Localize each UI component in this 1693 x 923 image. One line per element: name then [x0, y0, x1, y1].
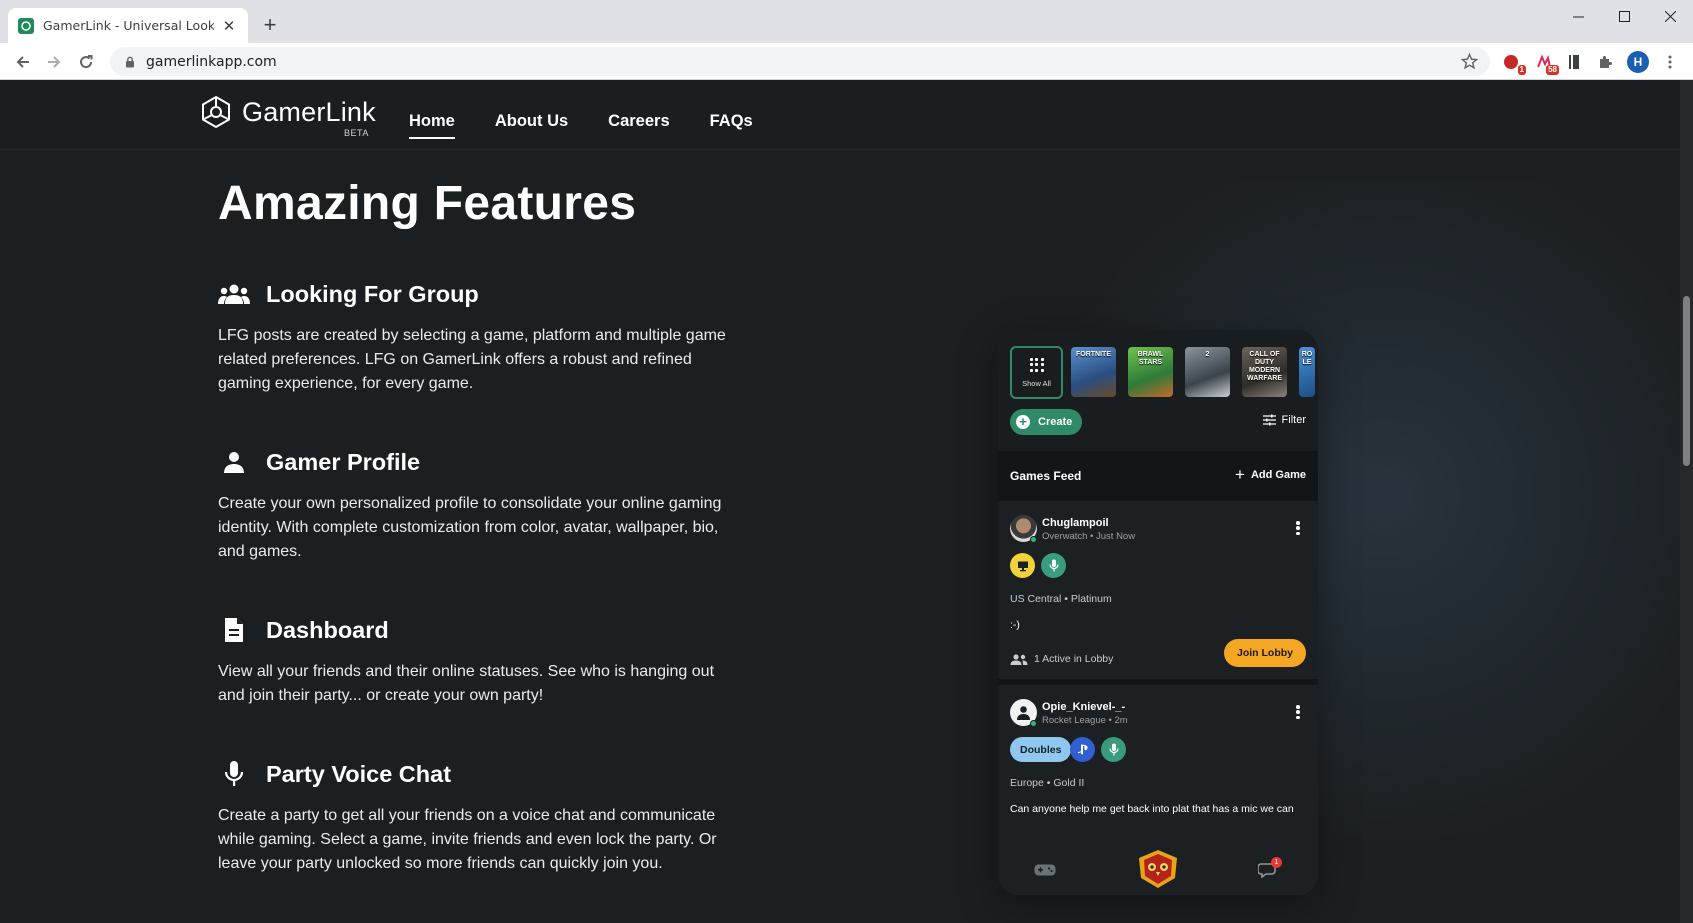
- tab-title: GamerLink - Universal Looking F: [43, 18, 214, 33]
- beta-label: BETA: [344, 128, 369, 138]
- feature-title: Looking For Group: [266, 280, 479, 307]
- filter-sliders-icon: [1262, 414, 1276, 426]
- nav-faqs[interactable]: FAQs: [710, 112, 753, 139]
- lobby-count: 1 Active in Lobby: [1010, 653, 1113, 665]
- feature-description: View all your friends and their online s…: [218, 663, 715, 704]
- feature-title: Party Voice Chat: [266, 760, 452, 787]
- game-thumb-call-of-duty[interactable]: CALL OF DUTY MODERN WARFARE: [1242, 347, 1287, 397]
- feature-description: Create your own personalized profile to …: [218, 495, 722, 560]
- notification-badge: 1: [1271, 857, 1282, 868]
- forward-arrow-icon[interactable]: [41, 49, 67, 75]
- games-feed-title: Games Feed: [1010, 469, 1082, 483]
- extension-pink-icon[interactable]: 58: [1534, 52, 1559, 75]
- feature-description: Create a party to get all your friends o…: [218, 807, 717, 872]
- main-nav: Home About Us Careers FAQs: [409, 112, 793, 139]
- grid-icon: [1029, 357, 1044, 372]
- game-thumb-brawl-stars[interactable]: BRAWL STARS: [1128, 347, 1173, 397]
- reload-icon[interactable]: [73, 49, 99, 75]
- group-icon: [218, 278, 250, 310]
- gamerlink-logo[interactable]: GamerLink BETA: [198, 94, 376, 138]
- nav-careers[interactable]: Careers: [608, 112, 669, 139]
- post-game-time: Overwatch • Just Now: [1042, 531, 1136, 542]
- show-all-games-button[interactable]: Show All: [1010, 346, 1063, 399]
- nav-home[interactable]: Home: [409, 112, 455, 139]
- app-tab-bar: 1: [998, 845, 1318, 895]
- more-options-icon[interactable]: [1296, 705, 1300, 719]
- plus-circle-icon: +: [1016, 415, 1030, 429]
- playstation-icon: [1070, 737, 1095, 762]
- address-bar[interactable]: gamerlinkapp.com: [110, 47, 1490, 76]
- game-thumb-destiny[interactable]: 2: [1185, 347, 1230, 397]
- feature-party-voice-chat: Party Voice Chat Create a party to get a…: [218, 758, 738, 876]
- gamerlink-favicon-icon: [18, 17, 34, 34]
- mic-chip-icon: [1101, 737, 1126, 762]
- feed-post: Opie_Knievel-_- Rocket League • 2m Doubl…: [998, 685, 1318, 845]
- feature-looking-for-group: Looking For Group LFG posts are created …: [218, 278, 738, 396]
- lock-icon: [126, 56, 134, 67]
- mode-tag: Doubles: [1010, 737, 1072, 762]
- post-game-time: Rocket League • 2m: [1042, 715, 1128, 726]
- post-username[interactable]: Opie_Knievel-_-: [1042, 701, 1125, 713]
- browser-toolbar: gamerlinkapp.com 1 58 H: [0, 43, 1693, 80]
- back-arrow-icon[interactable]: [10, 49, 36, 75]
- extension-red-icon[interactable]: 1: [1501, 52, 1526, 75]
- person-icon: [218, 446, 250, 478]
- extensions-puzzle-icon[interactable]: [1595, 52, 1615, 72]
- feature-title: Gamer Profile: [266, 448, 421, 475]
- tab-close-icon[interactable]: ✕: [220, 17, 238, 35]
- gamepad-icon[interactable]: [1034, 864, 1056, 876]
- mic-chip-icon: [1041, 553, 1066, 578]
- more-options-icon[interactable]: [1296, 521, 1300, 535]
- new-tab-button[interactable]: +: [258, 14, 282, 38]
- features-heading: Amazing Features: [218, 177, 637, 230]
- logo-text: GamerLink: [242, 96, 376, 127]
- plus-icon: +: [1235, 465, 1245, 484]
- nav-about-us[interactable]: About Us: [495, 112, 568, 139]
- post-message: Can anyone help me get back into plat th…: [1010, 803, 1294, 815]
- feed-post: Chuglampoil Overwatch • Just Now US Cent…: [998, 501, 1318, 679]
- url-text: gamerlinkapp.com: [146, 53, 277, 70]
- create-post-button[interactable]: + Create: [1010, 409, 1083, 435]
- page-viewport: GamerLink BETA Home About Us Careers FAQ…: [0, 80, 1693, 923]
- feature-dashboard: Dashboard View all your friends and thei…: [218, 614, 738, 708]
- extension-book-icon[interactable]: [1564, 52, 1584, 72]
- online-status-dot: [1030, 720, 1037, 727]
- close-window-icon[interactable]: [1647, 0, 1693, 32]
- post-region-rank: Europe • Gold II: [1010, 777, 1085, 789]
- minimize-icon[interactable]: [1555, 0, 1601, 32]
- profile-avatar[interactable]: H: [1627, 51, 1649, 73]
- feature-gamer-profile: Gamer Profile Create your own personaliz…: [218, 446, 738, 564]
- app-preview-phone: Show All FORTNITE BRAWL STARS 2 CALL OF …: [998, 330, 1318, 895]
- add-game-button[interactable]: + Add Game: [1235, 465, 1306, 484]
- browser-tab[interactable]: GamerLink - Universal Looking F ✕: [8, 8, 248, 43]
- browser-menu-icon[interactable]: [1660, 52, 1680, 72]
- microphone-icon: [218, 758, 250, 790]
- site-header: GamerLink BETA Home About Us Careers FAQ…: [0, 80, 1680, 150]
- gamerlink-logo-icon: [202, 95, 230, 129]
- game-thumb-fortnite[interactable]: FORTNITE: [1071, 347, 1116, 397]
- online-status-dot: [1030, 536, 1037, 543]
- join-lobby-button[interactable]: Join Lobby: [1224, 639, 1306, 667]
- document-icon: [218, 614, 250, 646]
- owl-badge-icon[interactable]: [1135, 848, 1181, 890]
- post-region-rank: US Central • Platinum: [1010, 593, 1112, 605]
- browser-tabstrip: GamerLink - Universal Looking F ✕ +: [0, 0, 1693, 43]
- games-feed-bar: Games Feed + Add Game: [998, 451, 1318, 501]
- scrollbar-thumb[interactable]: [1683, 296, 1690, 466]
- feature-title: Dashboard: [266, 616, 389, 643]
- bookmark-star-icon[interactable]: [1461, 53, 1478, 70]
- game-thumb-rocket-league[interactable]: RO LE: [1299, 347, 1315, 397]
- feature-description: LFG posts are created by selecting a gam…: [218, 327, 726, 392]
- post-message: :-): [1010, 619, 1020, 631]
- people-icon: [1010, 653, 1028, 665]
- maximize-icon[interactable]: [1601, 0, 1647, 32]
- pc-platform-icon: [1010, 553, 1035, 578]
- filter-button[interactable]: Filter: [1262, 414, 1306, 426]
- chat-bubble-icon[interactable]: 1: [1258, 857, 1282, 878]
- post-username[interactable]: Chuglampoil: [1042, 517, 1109, 529]
- page-scrollbar[interactable]: [1680, 80, 1693, 923]
- game-strip: Show All FORTNITE BRAWL STARS 2 CALL OF …: [1010, 346, 1315, 399]
